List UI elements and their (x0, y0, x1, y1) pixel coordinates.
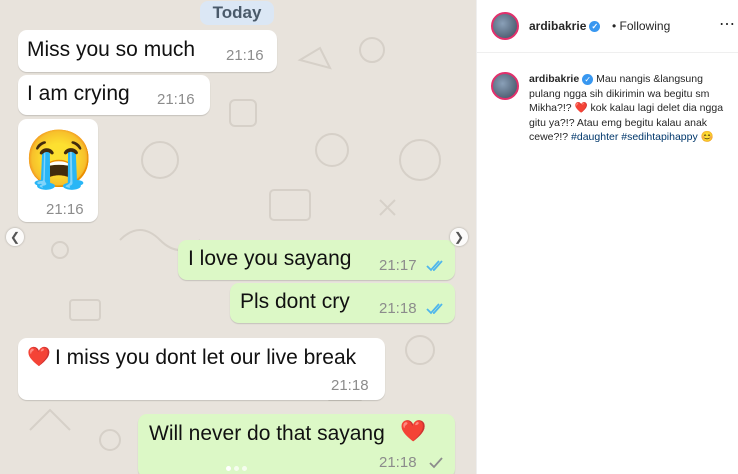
heart-emoji: ❤️ (400, 420, 427, 443)
post-caption: ardibakrie ✓ Mau nangis &langsung pulang … (529, 72, 729, 145)
message-incoming[interactable]: Miss you so much 21:16 (18, 30, 277, 72)
heart-emoji: ❤️ (574, 102, 588, 114)
username-link[interactable]: ardibakrie (529, 73, 579, 85)
message-time: 21:16 (46, 201, 84, 218)
message-text: I miss you dont let our live break (55, 346, 357, 369)
crying-face-emoji: 😭 (24, 127, 94, 190)
carousel-dots (226, 458, 250, 474)
username-link[interactable]: ardibakrie (529, 19, 586, 33)
message-time: 21:16 (226, 47, 264, 64)
read-ticks-icon (426, 303, 443, 315)
message-text: I am crying (27, 82, 130, 105)
message-time: 21:18 (331, 377, 369, 394)
separator: • (612, 19, 617, 33)
message-time: 21:18 (379, 300, 417, 317)
verified-badge-icon: ✓ (582, 73, 594, 85)
message-text: Miss you so much (27, 38, 196, 61)
message-time: 21:17 (379, 257, 417, 274)
chevron-left-icon[interactable]: ❮ (6, 228, 24, 246)
message-text: Pls dont cry (240, 290, 350, 313)
message-incoming[interactable]: I am crying 21:16 (18, 75, 210, 115)
message-outgoing[interactable]: Will never do that sayang ❤️ 21:18 (138, 414, 455, 474)
message-incoming-emoji[interactable]: 😭 21:16 (18, 119, 98, 222)
smile-emoji: 😊 (700, 131, 714, 143)
message-outgoing[interactable]: I love you sayang 21:17 (178, 240, 455, 280)
chevron-right-icon[interactable]: ❯ (450, 228, 468, 246)
message-incoming[interactable]: ❤️ I miss you dont let our live break 21… (18, 338, 385, 400)
message-text: Will never do that sayang (149, 422, 385, 445)
verified-badge-icon: ✓ (589, 21, 601, 33)
message-text: I love you sayang (188, 247, 352, 270)
hashtag-link[interactable]: #daughter (571, 131, 618, 143)
sent-tick-icon (429, 457, 443, 469)
carousel-dot (234, 466, 239, 471)
avatar[interactable] (491, 12, 519, 40)
avatar[interactable] (491, 72, 519, 100)
following-label: Following (619, 19, 671, 33)
follow-status[interactable]: • Following (612, 19, 670, 33)
carousel-dot (242, 466, 247, 471)
carousel-dot (226, 466, 231, 471)
hashtag-link[interactable]: #sedihtapihappy (621, 131, 697, 143)
post-sidebar: ardibakrie ✓ • Following ⋯ ardibakrie ✓ Ma… (476, 0, 738, 474)
date-divider: Today (200, 1, 274, 25)
message-time: 21:18 (379, 454, 417, 471)
header-username-row: ardibakrie ✓ (529, 19, 601, 33)
heart-emoji: ❤️ (27, 347, 51, 368)
chat-screenshot: Today Miss you so much 21:16 I am crying… (0, 0, 476, 474)
message-time: 21:16 (157, 91, 195, 108)
read-ticks-icon (426, 260, 443, 272)
ellipsis-icon[interactable]: ⋯ (719, 14, 736, 34)
post-header: ardibakrie ✓ • Following ⋯ (477, 0, 738, 53)
message-outgoing[interactable]: Pls dont cry 21:18 (230, 283, 455, 323)
